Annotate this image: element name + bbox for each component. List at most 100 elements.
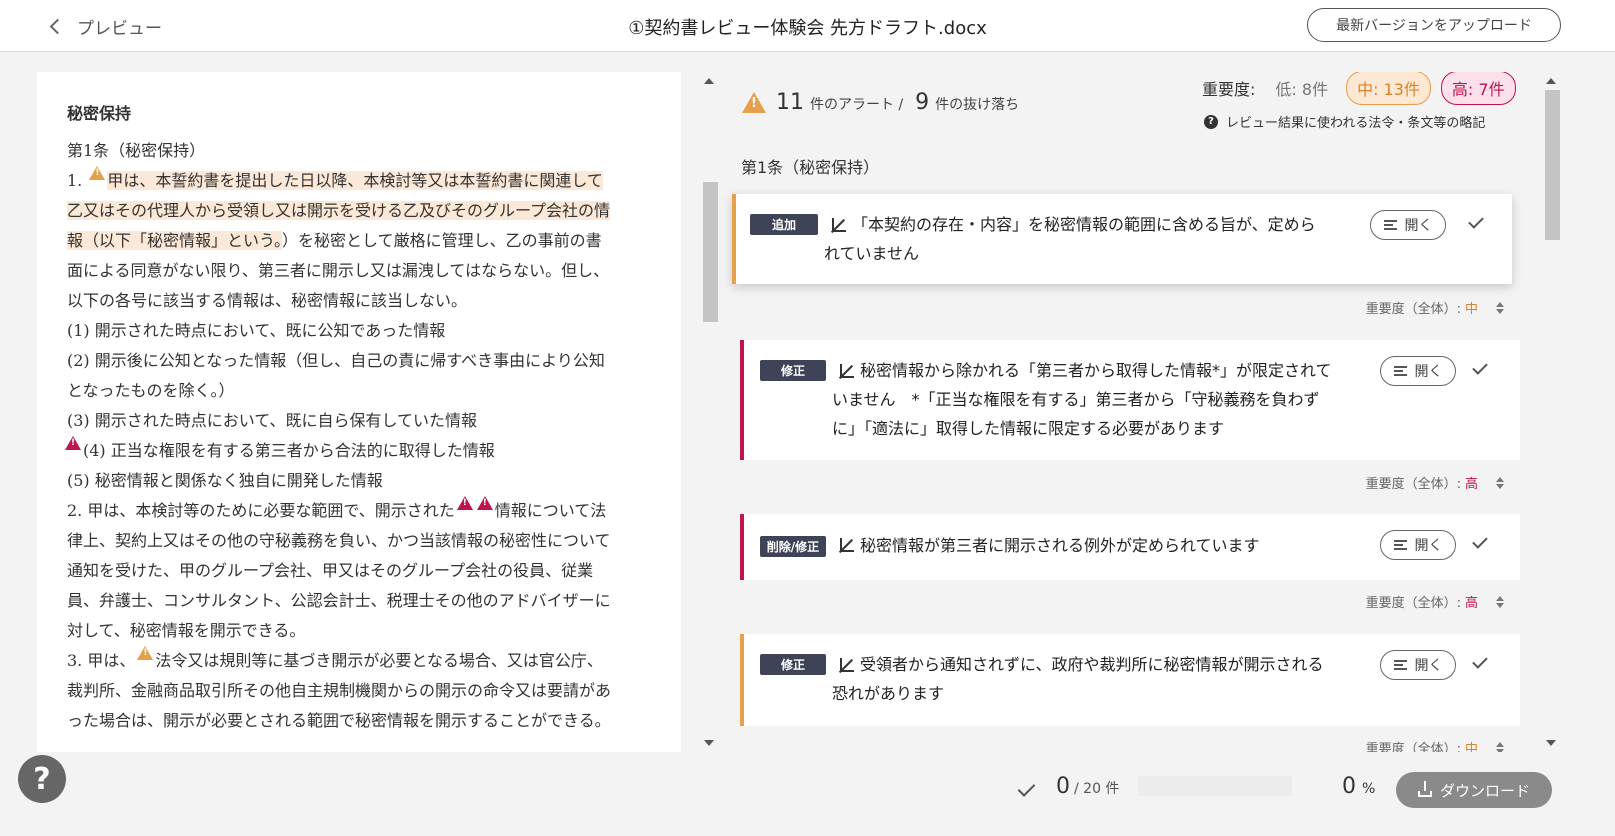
- missing-count: 9: [915, 90, 930, 115]
- warning-high-icon[interactable]: [456, 496, 473, 510]
- review-card[interactable]: 追加 「本契約の存在・内容」を秘密情報の範囲に含める旨が、定めら れていません …: [732, 194, 1512, 284]
- abbreviation-legend-link[interactable]: ? レビュー結果に使われる法令・条文等の略記: [1204, 112, 1485, 131]
- check-icon[interactable]: [1468, 213, 1484, 229]
- doc-text: 3. 甲は、: [67, 651, 136, 670]
- document-panel: 秘密保持 第1条（秘密保持） 1. 甲は、本誓約書を提出した日以降、本検討等又は…: [37, 72, 681, 752]
- warning-high-icon[interactable]: [476, 496, 493, 510]
- severity-mid-filter[interactable]: 中: 13件: [1346, 72, 1431, 105]
- open-label: 開く: [1414, 658, 1443, 674]
- scroll-up-arrow-icon[interactable]: [704, 78, 714, 84]
- doc-line: 2. 甲は、本検討等のために必要な範囲で、開示された 情報について法: [67, 496, 653, 526]
- doc-line: (5) 秘密情報と関係なく独自に開発した情報: [67, 471, 383, 490]
- open-button[interactable]: 開く: [1380, 650, 1456, 680]
- card-text-line: に」「適法に」取得した情報に限定する必要があります: [832, 419, 1225, 438]
- review-card[interactable]: 削除/修正 秘密情報が第三者に開示される例外が定められています 開く: [740, 514, 1520, 580]
- issue-type-tag: 修正: [760, 654, 826, 675]
- scroll-up-arrow-icon[interactable]: [1546, 78, 1556, 84]
- sort-updown-icon[interactable]: [1496, 301, 1504, 314]
- reviewed-count: 0 / 20 件: [1056, 774, 1119, 799]
- severity-low-filter[interactable]: 低: 8件: [1275, 76, 1328, 100]
- doc-line: 律上、契約上又はその他の守秘義務を負い、かつ当該情報の秘密性について: [67, 531, 611, 550]
- lines-icon: [1393, 366, 1407, 376]
- warning-medium-icon[interactable]: [137, 646, 154, 660]
- highlighted-text[interactable]: 乙又はその代理人から受領し又は開示を受ける乙及びそのグループ会社の情: [67, 201, 611, 220]
- warning-high-icon[interactable]: [65, 436, 81, 450]
- lines-icon: [1393, 660, 1407, 670]
- done-count: 0: [1056, 774, 1070, 799]
- scrollbar-thumb[interactable]: [703, 182, 718, 322]
- card-text-line: 秘密情報から除かれる「第三者から取得した情報*」が限定されて: [860, 361, 1332, 380]
- severity-overall-label: 重要度（全体）:: [1365, 477, 1461, 492]
- scroll-down-arrow-icon[interactable]: [1546, 740, 1556, 746]
- severity-value: 高: [1464, 477, 1478, 492]
- severity-label: 重要度:: [1202, 80, 1256, 99]
- check-icon[interactable]: [1472, 653, 1488, 669]
- review-card[interactable]: 修正 受領者から通知されずに、政府や裁判所に秘密情報が開示される 恐れがあります…: [740, 634, 1520, 726]
- help-button[interactable]: ?: [18, 755, 66, 803]
- card-text: 「本契約の存在・内容」を秘密情報の範囲に含める旨が、定めら れていません: [824, 210, 1316, 268]
- doc-line: 1. 甲は、本誓約書を提出した日以降、本検討等又は本誓約書に関連して: [67, 166, 653, 196]
- severity-overall: 重要度（全体）: 高: [1366, 592, 1504, 611]
- severity-value: 中: [1464, 742, 1478, 752]
- warning-medium-icon[interactable]: [89, 166, 106, 180]
- doc-line: (3) 開示された時点において、既に自ら保有していた情報: [67, 411, 477, 430]
- doc-line: 通知を受けた、甲のグループ会社、甲又はそのグループ会社の役員、従業: [67, 561, 594, 580]
- doc-line: 裁判所、金融商品取引所その他自主規制機関からの開示の命令又は要請があ: [67, 681, 612, 700]
- doc-text: (4) 正当な権限を有する第三者から合法的に取得した情報: [83, 441, 495, 460]
- open-button[interactable]: 開く: [1380, 356, 1456, 386]
- check-icon: [1017, 779, 1036, 797]
- review-scrollbar[interactable]: [1542, 72, 1560, 752]
- doc-text: 法令又は規則等に基づき開示が必要となる場合、又は官公庁、: [155, 651, 603, 670]
- clause-number: 1.: [67, 171, 88, 190]
- top-header: プレビュー ①契約書レビュー体験会 先方ドラフト.docx 最新バージョンをアッ…: [0, 0, 1615, 52]
- doc-line: 以下の各号に該当する情報は、秘密情報に該当しない。: [67, 291, 468, 310]
- sort-updown-icon[interactable]: [1496, 741, 1504, 752]
- severity-high-filter[interactable]: 高: 7件: [1440, 72, 1516, 105]
- percent-unit: %: [1362, 781, 1376, 797]
- percent-value: 0: [1342, 774, 1356, 799]
- open-label: 開く: [1414, 538, 1443, 554]
- issue-type-tag: 追加: [750, 214, 818, 235]
- scroll-down-arrow-icon[interactable]: [704, 740, 714, 746]
- issue-type-tag: 削除/修正: [760, 536, 826, 557]
- check-icon[interactable]: [1472, 359, 1488, 375]
- card-text-line: いません *「正当な権限を有する」第三者から「守秘義務を負わず: [832, 390, 1320, 409]
- highlighted-text[interactable]: 報（以下「秘密情報」という。: [67, 231, 283, 250]
- open-label: 開く: [1404, 218, 1433, 234]
- severity-overall: 重要度（全体）: 中: [1366, 298, 1504, 317]
- card-text: 秘密情報が第三者に開示される例外が定められています: [832, 531, 1260, 560]
- card-text-line: 「本契約の存在・内容」を秘密情報の範囲に含める旨が、定めら: [852, 215, 1316, 234]
- card-text-line: 秘密情報が第三者に開示される例外が定められています: [860, 536, 1260, 555]
- severity-value: 高: [1464, 596, 1478, 611]
- card-text-line: 恐れがあります: [832, 684, 945, 703]
- highlighted-text[interactable]: 甲は、本誓約書を提出した日以降、本検討等又は本誓約書に関連して: [107, 171, 603, 190]
- document-heading: 秘密保持: [67, 104, 132, 123]
- doc-line: 3. 甲は、法令又は規則等に基づき開示が必要となる場合、又は官公庁、: [67, 646, 653, 676]
- check-icon[interactable]: [1472, 533, 1488, 549]
- severity-overall: 重要度（全体）: 高: [1366, 473, 1504, 492]
- scrollbar-thumb[interactable]: [1545, 90, 1560, 240]
- severity-overall-label: 重要度（全体）:: [1365, 596, 1461, 611]
- alert-warning-icon: [742, 92, 766, 113]
- legend-link-label: レビュー結果に使われる法令・条文等の略記: [1226, 116, 1486, 131]
- sort-updown-icon[interactable]: [1496, 595, 1504, 608]
- open-label: 開く: [1414, 364, 1443, 380]
- severity-value: 中: [1464, 302, 1478, 317]
- upload-latest-version-button[interactable]: 最新バージョンをアップロード: [1307, 8, 1561, 42]
- severity-overall: 重要度（全体）: 中: [1366, 738, 1504, 752]
- lines-icon: [1383, 220, 1397, 230]
- document-scrollbar[interactable]: [700, 72, 718, 752]
- card-text: 受領者から通知されずに、政府や裁判所に秘密情報が開示される 恐れがあります: [832, 650, 1324, 708]
- open-button[interactable]: 開く: [1380, 530, 1456, 560]
- download-label: ダウンロード: [1439, 781, 1530, 800]
- review-panel: 11 件のアラート / 9 件の抜け落ち 重要度: 低: 8件 中: 13件 高…: [722, 72, 1540, 752]
- open-button[interactable]: 開く: [1370, 210, 1446, 240]
- doc-line: 面による同意がない限り、第三者に開示し又は漏洩してはならない。但し、: [67, 261, 610, 280]
- review-card[interactable]: 修正 秘密情報から除かれる「第三者から取得した情報*」が限定されて いません *…: [740, 340, 1520, 460]
- doc-line: 報（以下「秘密情報」という。）を秘密として厳格に管理し、乙の事前の書: [67, 226, 653, 256]
- sort-updown-icon[interactable]: [1496, 476, 1504, 489]
- download-button[interactable]: ダウンロード: [1396, 772, 1552, 808]
- doc-text: 情報について法: [494, 501, 607, 520]
- progress-percent: 0 %: [1342, 774, 1375, 799]
- lines-icon: [1393, 540, 1407, 550]
